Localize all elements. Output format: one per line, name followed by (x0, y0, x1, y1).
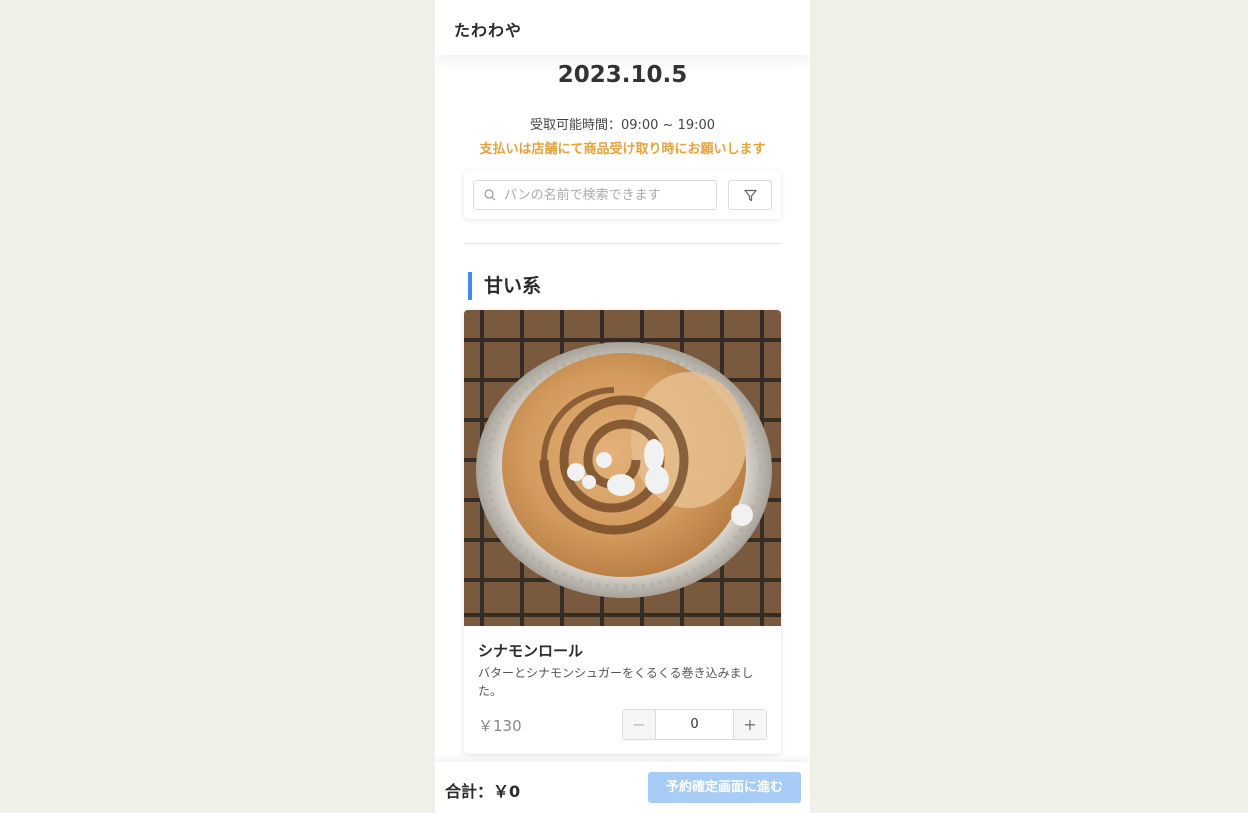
product-image (464, 310, 781, 626)
filter-button[interactable] (728, 180, 772, 210)
search-icon (484, 189, 496, 201)
filter-icon (744, 189, 757, 202)
pickup-time: 受取可能時間：09:00 ~ 19:00 (529, 118, 716, 133)
app-screen: たわわや 2023.10.5 受取可能時間：09:00 ~ 19:00 支払いは… (435, 0, 810, 813)
payment-note: 支払いは店舗にて商品受け取り時にお願いします (479, 142, 766, 157)
search-card (464, 171, 781, 219)
order-date: 2023.10.5 (557, 62, 688, 88)
shop-name: たわわや (454, 21, 523, 40)
section-title-label: 甘い系 (484, 275, 542, 297)
increment-button[interactable]: + (733, 710, 766, 739)
order-total: 合計：￥0 (445, 782, 521, 801)
top-bar: たわわや (435, 0, 810, 55)
proceed-to-confirm-button[interactable]: 予約確定画面に進む (648, 772, 801, 803)
product-name: シナモンロール (478, 642, 584, 660)
quantity-stepper[interactable]: − 0 + (622, 709, 767, 740)
quantity-value[interactable]: 0 (656, 710, 733, 739)
search-input[interactable] (504, 185, 709, 205)
decrement-button[interactable]: − (623, 710, 656, 739)
divider (464, 243, 781, 244)
bottom-bar: 合計：￥0 予約確定画面に進む (435, 762, 810, 813)
product-price: ￥130 (478, 717, 522, 735)
product-card[interactable]: シナモンロール バターとシナモンシュガーをくるくる巻き込みました。 ￥130 −… (464, 310, 781, 754)
search-box[interactable] (473, 180, 717, 210)
section-title: 甘い系 (468, 272, 541, 300)
product-description: バターとシナモンシュガーをくるくる巻き込みました。 (478, 666, 754, 698)
